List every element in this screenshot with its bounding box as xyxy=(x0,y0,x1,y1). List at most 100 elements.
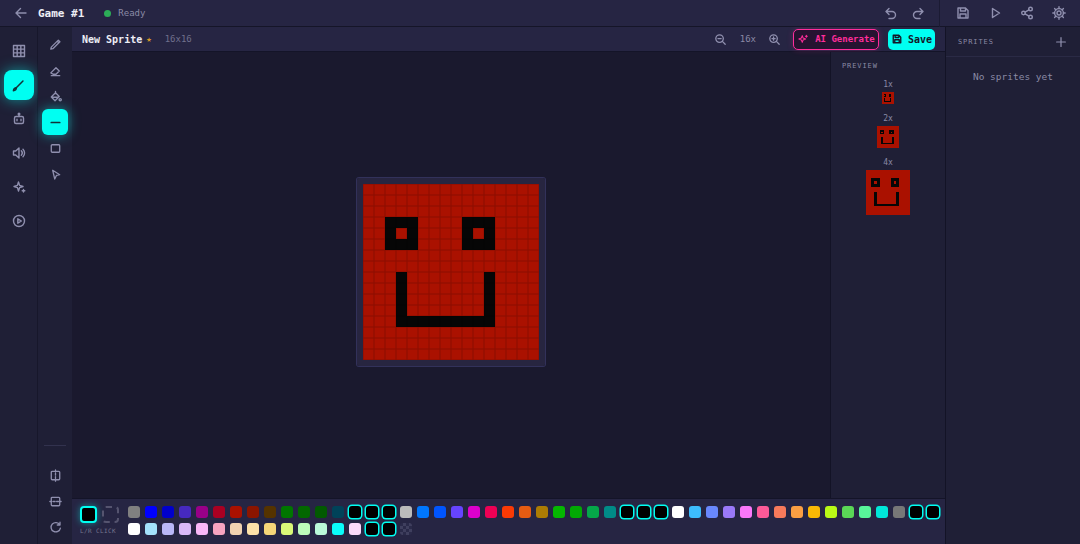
palette-swatch[interactable] xyxy=(315,523,327,535)
pixel-cell[interactable] xyxy=(440,316,451,327)
pixel-cell[interactable] xyxy=(396,272,407,283)
palette-swatch[interactable] xyxy=(519,506,531,518)
pixel-cell[interactable] xyxy=(429,250,440,261)
pixel-cell[interactable] xyxy=(528,305,539,316)
palette-swatch[interactable] xyxy=(655,506,667,518)
sidebar-game-button[interactable] xyxy=(4,104,34,134)
tool-flip-vertical[interactable] xyxy=(42,462,68,488)
pixel-cell[interactable] xyxy=(429,239,440,250)
pixel-cell[interactable] xyxy=(462,316,473,327)
pixel-cell[interactable] xyxy=(528,206,539,217)
pixel-cell[interactable] xyxy=(440,305,451,316)
pixel-cell[interactable] xyxy=(462,261,473,272)
tool-line[interactable] xyxy=(42,109,68,135)
pixel-cell[interactable] xyxy=(495,217,506,228)
save-button[interactable]: Save xyxy=(888,29,935,50)
pixel-cell[interactable] xyxy=(473,206,484,217)
pixel-cell[interactable] xyxy=(462,327,473,338)
pixel-cell[interactable] xyxy=(374,283,385,294)
pixel-cell[interactable] xyxy=(462,228,473,239)
pixel-cell[interactable] xyxy=(374,228,385,239)
pixel-cell[interactable] xyxy=(528,261,539,272)
pixel-cell[interactable] xyxy=(473,184,484,195)
pixel-cell[interactable] xyxy=(495,261,506,272)
pixel-cell[interactable] xyxy=(396,206,407,217)
add-sprite-button[interactable] xyxy=(1054,35,1068,49)
palette-swatch[interactable] xyxy=(349,506,361,518)
pixel-cell[interactable] xyxy=(495,294,506,305)
pixel-cell[interactable] xyxy=(528,228,539,239)
pixel-cell[interactable] xyxy=(517,283,528,294)
pixel-cell[interactable] xyxy=(484,316,495,327)
pixel-cell[interactable] xyxy=(484,261,495,272)
pixel-cell[interactable] xyxy=(451,294,462,305)
pixel-cell[interactable] xyxy=(451,316,462,327)
pixel-cell[interactable] xyxy=(418,272,429,283)
pixel-cell[interactable] xyxy=(528,184,539,195)
pixel-cell[interactable] xyxy=(473,195,484,206)
pixel-cell[interactable] xyxy=(473,327,484,338)
sidebar-audio-button[interactable] xyxy=(4,138,34,168)
pixel-cell[interactable] xyxy=(407,327,418,338)
pixel-cell[interactable] xyxy=(429,294,440,305)
pixel-cell[interactable] xyxy=(517,184,528,195)
secondary-color-swatch[interactable] xyxy=(102,506,119,523)
pixel-cell[interactable] xyxy=(495,272,506,283)
palette-swatch[interactable] xyxy=(162,523,174,535)
pixel-cell[interactable] xyxy=(440,294,451,305)
pixel-cell[interactable] xyxy=(506,206,517,217)
tool-rotate[interactable] xyxy=(42,514,68,540)
palette-swatch[interactable] xyxy=(587,506,599,518)
palette-swatch[interactable] xyxy=(230,523,242,535)
palette-swatch[interactable] xyxy=(281,523,293,535)
sidebar-ai-button[interactable] xyxy=(4,172,34,202)
pixel-cell[interactable] xyxy=(418,349,429,360)
palette-swatch[interactable] xyxy=(468,506,480,518)
pixel-cell[interactable] xyxy=(385,206,396,217)
pixel-cell[interactable] xyxy=(473,217,484,228)
pixel-cell[interactable] xyxy=(495,184,506,195)
pixel-cell[interactable] xyxy=(517,305,528,316)
settings-button[interactable] xyxy=(1048,2,1070,24)
pixel-cell[interactable] xyxy=(495,228,506,239)
pixel-cell[interactable] xyxy=(495,327,506,338)
pixel-cell[interactable] xyxy=(385,316,396,327)
palette-swatch[interactable] xyxy=(485,506,497,518)
pixel-cell[interactable] xyxy=(528,283,539,294)
pixel-cell[interactable] xyxy=(462,239,473,250)
pixel-cell[interactable] xyxy=(363,294,374,305)
pixel-cell[interactable] xyxy=(495,338,506,349)
pixel-cell[interactable] xyxy=(396,239,407,250)
pixel-cell[interactable] xyxy=(418,195,429,206)
tool-pencil[interactable] xyxy=(42,31,68,57)
palette-swatch[interactable] xyxy=(349,523,361,535)
pixel-cell[interactable] xyxy=(396,349,407,360)
pixel-cell[interactable] xyxy=(473,305,484,316)
pixel-cell[interactable] xyxy=(528,327,539,338)
palette-swatch[interactable] xyxy=(247,523,259,535)
pixel-cell[interactable] xyxy=(363,239,374,250)
palette-swatch[interactable] xyxy=(298,506,310,518)
palette-swatch[interactable] xyxy=(706,506,718,518)
pixel-cell[interactable] xyxy=(440,349,451,360)
pixel-cell[interactable] xyxy=(385,228,396,239)
pixel-cell[interactable] xyxy=(385,261,396,272)
pixel-cell[interactable] xyxy=(407,316,418,327)
pixel-cell[interactable] xyxy=(473,272,484,283)
primary-color-swatch[interactable] xyxy=(80,506,97,523)
pixel-cell[interactable] xyxy=(517,239,528,250)
pixel-cell[interactable] xyxy=(407,184,418,195)
pixel-cell[interactable] xyxy=(418,184,429,195)
pixel-cell[interactable] xyxy=(462,195,473,206)
pixel-cell[interactable] xyxy=(484,272,495,283)
palette-swatch[interactable] xyxy=(230,506,242,518)
pixel-cell[interactable] xyxy=(495,316,506,327)
palette-swatch[interactable] xyxy=(366,523,378,535)
pixel-cell[interactable] xyxy=(396,316,407,327)
pixel-cell[interactable] xyxy=(363,272,374,283)
palette-swatch[interactable] xyxy=(383,506,395,518)
pixel-cell[interactable] xyxy=(451,250,462,261)
pixel-cell[interactable] xyxy=(462,338,473,349)
pixel-cell[interactable] xyxy=(363,206,374,217)
pixel-cell[interactable] xyxy=(495,283,506,294)
